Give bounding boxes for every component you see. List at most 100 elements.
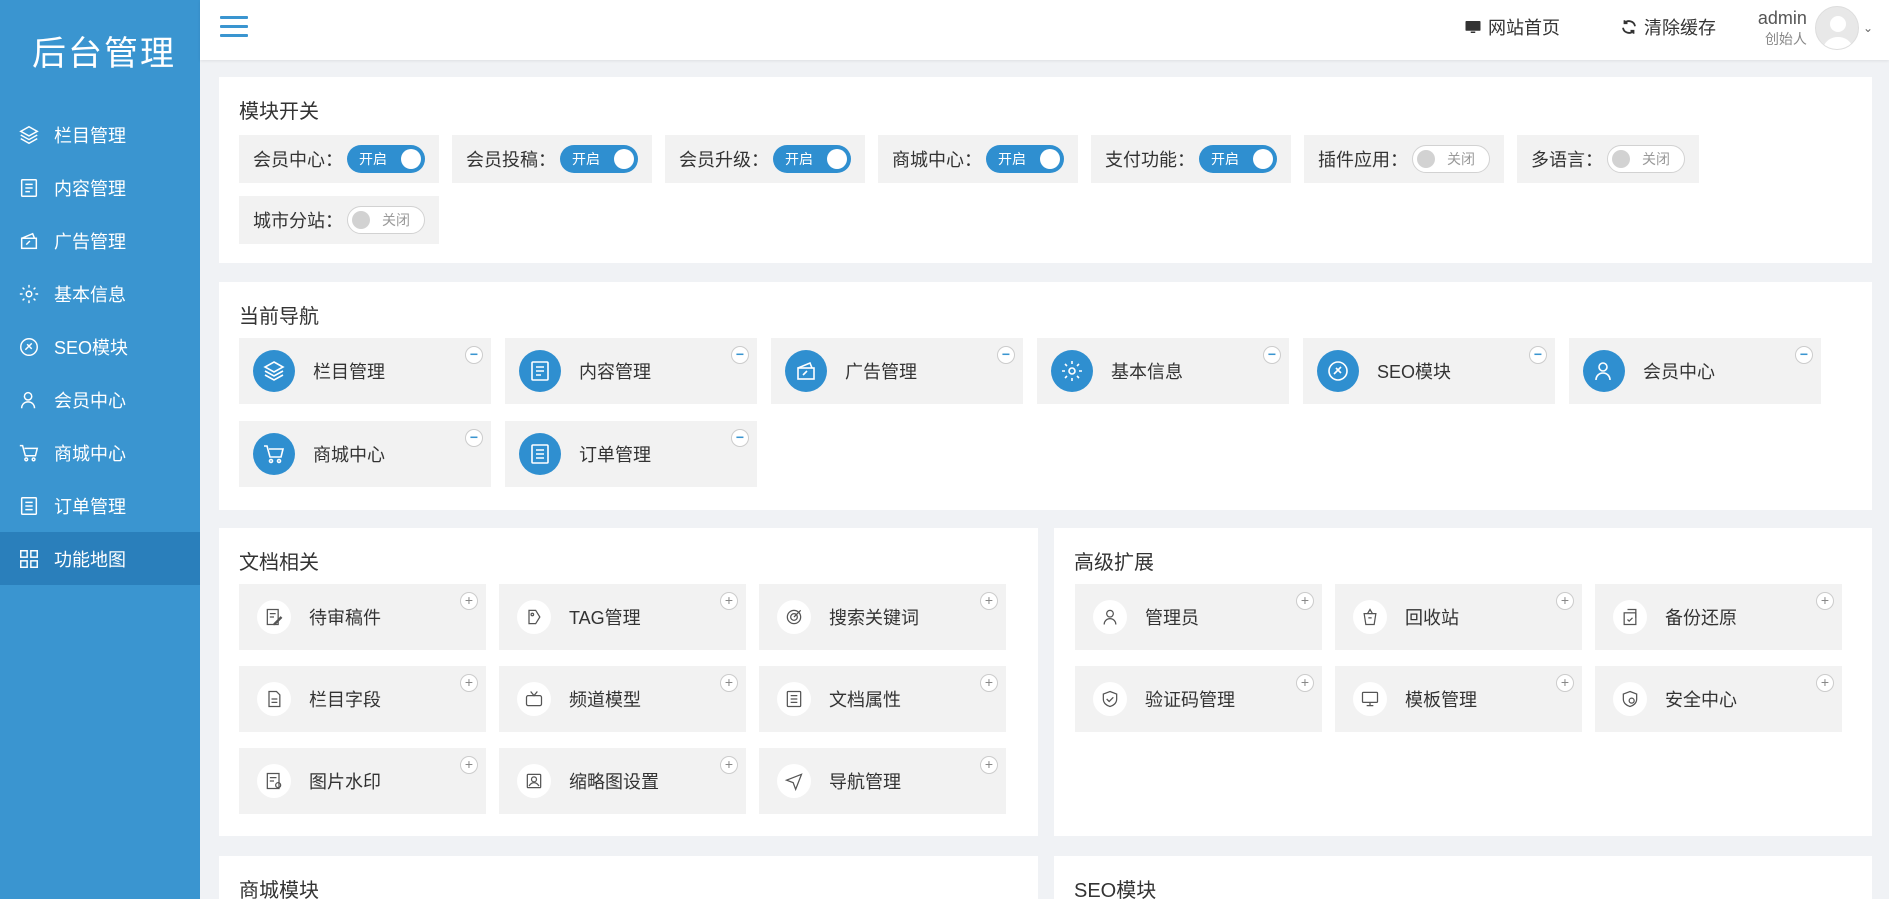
tool-pending-drafts[interactable]: 待审稿件 + [239,584,486,650]
shop-module-panel: 商城模块 [219,856,1038,899]
nav-card-content[interactable]: 内容管理 − [505,338,757,404]
remove-icon[interactable]: − [731,346,749,364]
cart-icon [18,442,40,464]
sidebar-item-columns[interactable]: 栏目管理 [0,108,200,161]
remove-icon[interactable]: − [731,429,749,447]
sidebar-item-shop[interactable]: 商城中心 [0,426,200,479]
tool-doc-attributes[interactable]: 文档属性 + [759,666,1006,732]
shield-check-icon [1093,682,1127,716]
tool-image-watermark[interactable]: 图片水印 + [239,748,486,814]
add-icon[interactable]: + [980,674,998,692]
current-nav-panel: 当前导航 栏目管理 − 内容管理 − 广告管理 − 基本信息 − SEO模块 −… [219,282,1872,510]
remove-icon[interactable]: − [1795,346,1813,364]
gear-icon [1051,350,1093,392]
clear-cache-link[interactable]: 清除缓存 [1620,14,1716,40]
switch-payment: 支付功能： 开启 [1091,135,1291,183]
list-icon [519,433,561,475]
remove-icon[interactable]: − [465,429,483,447]
tool-templates[interactable]: 模板管理 + [1335,666,1582,732]
nav-card-shop[interactable]: 商城中心 − [239,421,491,487]
switch-toggle[interactable]: 关闭 [1607,145,1685,173]
remove-icon[interactable]: − [465,346,483,364]
switch-toggle[interactable]: 开启 [986,145,1064,173]
module-switch-title: 模块开关 [239,101,319,123]
tool-thumbnail-settings[interactable]: 缩略图设置 + [499,748,746,814]
tool-channel-model[interactable]: 频道模型 + [499,666,746,732]
add-icon[interactable]: + [460,592,478,610]
add-icon[interactable]: + [980,756,998,774]
nav-card-ads[interactable]: 广告管理 − [771,338,1023,404]
sidebar-item-basic-info[interactable]: 基本信息 [0,267,200,320]
layers-icon [18,124,40,146]
sidebar-item-member[interactable]: 会员中心 [0,373,200,426]
switch-plugins: 插件应用： 关闭 [1304,135,1504,183]
nav-card-member[interactable]: 会员中心 − [1569,338,1821,404]
add-icon[interactable]: + [1816,592,1834,610]
user-menu[interactable]: admin 创始人 ⌄ [1758,6,1873,50]
switch-multilang: 多语言： 关闭 [1517,135,1699,183]
nav-card-label: 栏目管理 [313,362,385,382]
document-icon [519,350,561,392]
tool-nav-manage[interactable]: 导航管理 + [759,748,1006,814]
tool-recycle-bin[interactable]: 回收站 + [1335,584,1582,650]
remove-icon[interactable]: − [1263,346,1281,364]
top-header: 网站首页 清除缓存 admin 创始人 ⌄ [200,0,1889,60]
switch-toggle[interactable]: 关闭 [347,206,425,234]
add-icon[interactable]: + [1296,592,1314,610]
nav-card-label: 会员中心 [1643,362,1715,382]
add-icon[interactable]: + [1556,592,1574,610]
add-icon[interactable]: + [1296,674,1314,692]
switch-toggle[interactable]: 开启 [1199,145,1277,173]
site-home-link[interactable]: 网站首页 [1464,14,1560,40]
doc-list-icon [777,682,811,716]
sidebar-item-content[interactable]: 内容管理 [0,161,200,214]
add-icon[interactable]: + [720,674,738,692]
sidebar-item-ads[interactable]: 广告管理 [0,214,200,267]
nav-card-columns[interactable]: 栏目管理 − [239,338,491,404]
switch-toggle[interactable]: 关闭 [1412,145,1490,173]
chevron-down-icon[interactable]: ⌄ [1863,21,1873,35]
sidebar-item-label: 广告管理 [54,231,126,252]
add-icon[interactable]: + [980,592,998,610]
add-icon[interactable]: + [460,674,478,692]
monitor-icon [1353,682,1387,716]
tool-column-fields[interactable]: 栏目字段 + [239,666,486,732]
module-switch-panel: 模块开关 会员中心： 开启 会员投稿： 开启 会员升级： 开启 商城中心： 开启… [219,77,1872,263]
tool-label: 文档属性 [829,690,901,710]
user-icon [1583,350,1625,392]
switch-toggle[interactable]: 开启 [347,145,425,173]
sidebar-item-label: 会员中心 [54,390,126,411]
remove-icon[interactable]: − [997,346,1015,364]
tool-administrators[interactable]: 管理员 + [1075,584,1322,650]
nav-card-basic-info[interactable]: 基本信息 − [1037,338,1289,404]
nav-card-orders[interactable]: 订单管理 − [505,421,757,487]
menu-toggle-icon[interactable] [220,16,248,40]
sidebar-item-seo[interactable]: SEO模块 [0,320,200,373]
image-icon [517,764,551,798]
add-icon[interactable]: + [1816,674,1834,692]
sidebar-item-orders[interactable]: 订单管理 [0,479,200,532]
switch-toggle[interactable]: 开启 [773,145,851,173]
switch-toggle[interactable]: 开启 [560,145,638,173]
avatar[interactable] [1814,6,1859,50]
sidebar-item-function-map[interactable]: 功能地图 [0,532,200,585]
cart-icon [253,433,295,475]
tool-security-center[interactable]: 安全中心 + [1595,666,1842,732]
tool-label: 回收站 [1405,608,1459,628]
tool-label: 待审稿件 [309,608,381,628]
tool-captcha[interactable]: 验证码管理 + [1075,666,1322,732]
add-icon[interactable]: + [720,756,738,774]
app-logo[interactable]: 后台管理 [0,0,200,100]
nav-card-label: SEO模块 [1377,362,1452,382]
remove-icon[interactable]: − [1529,346,1547,364]
nav-card-seo[interactable]: SEO模块 − [1303,338,1555,404]
nav-card-label: 广告管理 [845,362,917,382]
add-icon[interactable]: + [1556,674,1574,692]
tool-backup-restore[interactable]: 备份还原 + [1595,584,1842,650]
add-icon[interactable]: + [720,592,738,610]
switch-label: 商城中心： [892,150,982,170]
document-icon [18,177,40,199]
tool-tag-manage[interactable]: TAG管理 + [499,584,746,650]
tool-search-keywords[interactable]: 搜索关键词 + [759,584,1006,650]
add-icon[interactable]: + [460,756,478,774]
